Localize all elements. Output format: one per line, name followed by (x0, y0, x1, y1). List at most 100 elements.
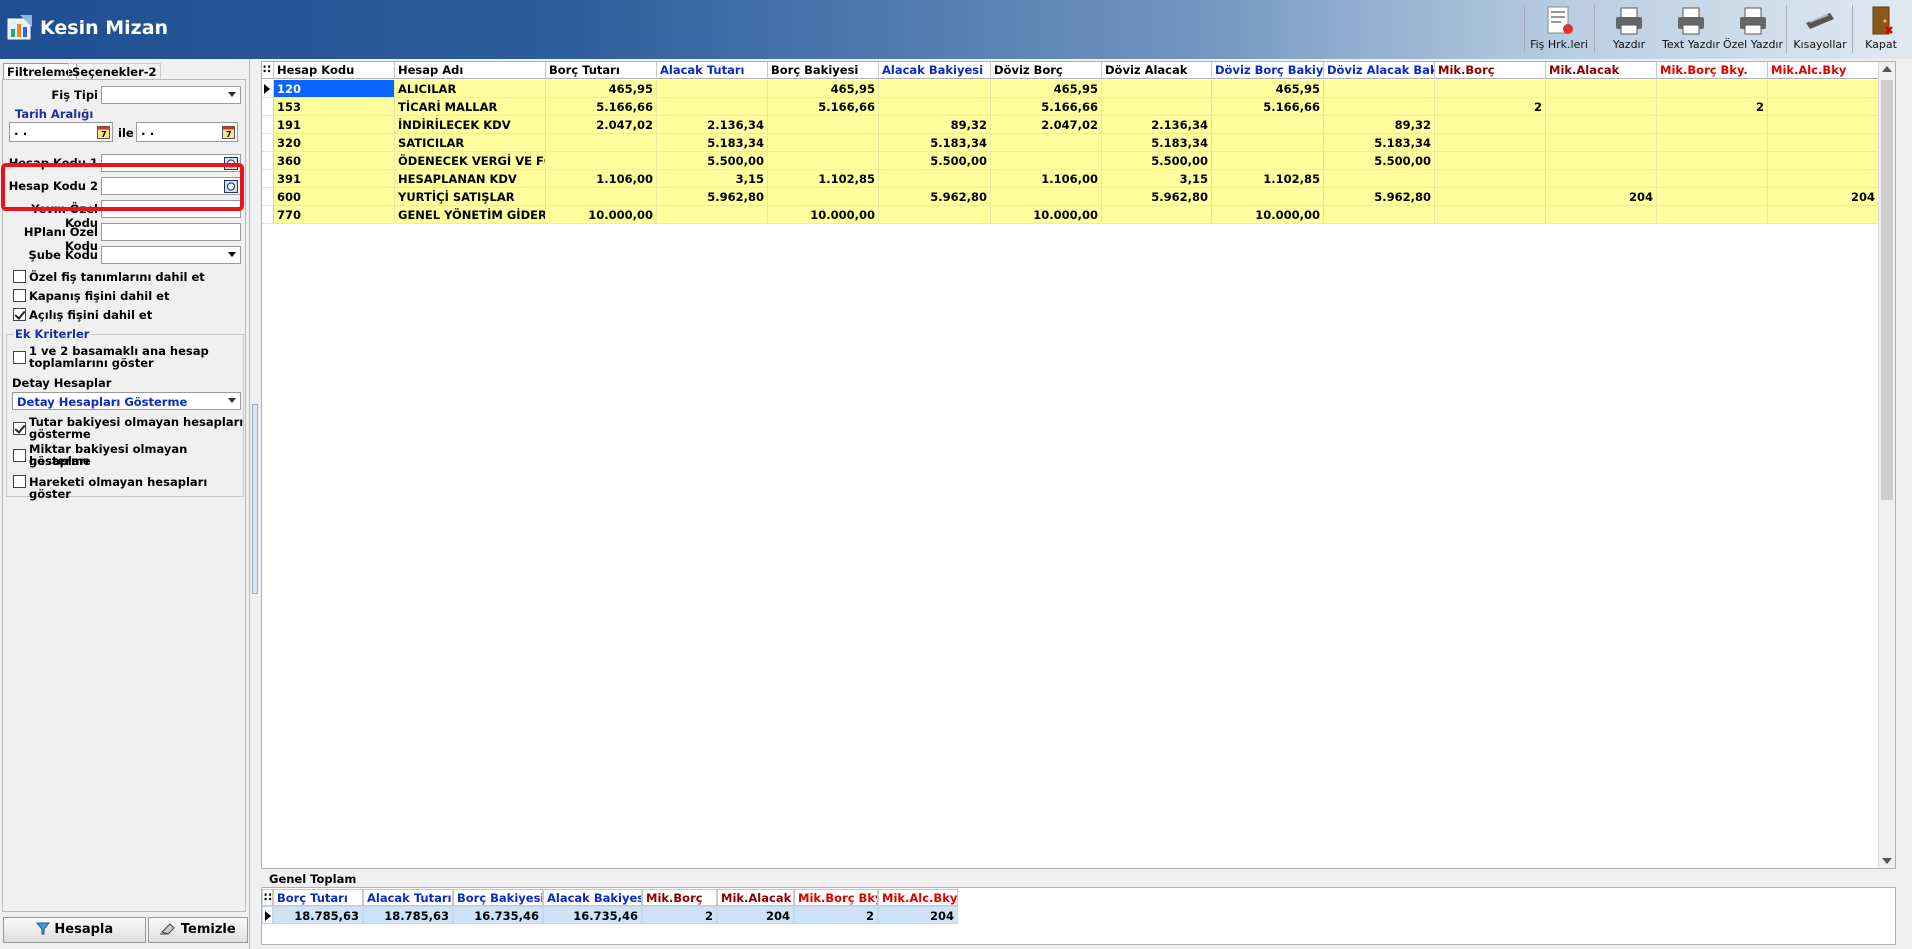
table-cell[interactable] (1212, 134, 1324, 152)
column-header[interactable]: Hesap Adı (395, 62, 546, 79)
table-cell[interactable]: 3,15 (657, 170, 768, 188)
hareketi-olmayan-checkbox[interactable] (13, 475, 26, 488)
footer-total-cell[interactable]: 204 (717, 906, 794, 924)
table-cell[interactable] (1212, 116, 1324, 134)
table-row[interactable]: 153 TİCARİ MALLAR 5.166,66 5.166,66 5.166,66… (262, 98, 1879, 116)
table-cell[interactable] (991, 188, 1102, 206)
table-cell[interactable]: 1.106,00 (991, 170, 1102, 188)
row-indicator[interactable] (262, 134, 274, 152)
column-header[interactable]: Mik.Borç (1435, 62, 1546, 79)
table-cell[interactable] (879, 98, 991, 116)
column-header[interactable]: Alacak Bakiyesi (879, 62, 991, 79)
date-start-field[interactable]: . . 7 (9, 122, 113, 142)
footer-total-cell[interactable]: 2 (794, 906, 878, 924)
column-header[interactable]: Borç Bakiyesi (768, 62, 879, 79)
table-cell[interactable]: YURTİÇİ SATIŞLAR (395, 188, 546, 206)
table-cell[interactable]: 5.166,66 (991, 98, 1102, 116)
table-cell[interactable] (1435, 134, 1546, 152)
row-indicator[interactable] (262, 206, 274, 224)
table-cell[interactable]: 1.106,00 (546, 170, 657, 188)
table-cell[interactable] (1657, 188, 1768, 206)
table-row[interactable]: 391 HESAPLANAN KDV 1.106,00 3,15 1.102,85 1.1… (262, 170, 1879, 188)
table-cell[interactable]: 1.102,85 (768, 170, 879, 188)
table-cell[interactable] (1768, 170, 1879, 188)
table-cell[interactable] (1768, 98, 1879, 116)
table-cell[interactable]: 5.962,80 (879, 188, 991, 206)
table-row[interactable]: 360ÖDENECEK VERGİ VE FONLA 5.500,00 5.500,… (262, 152, 1879, 170)
table-cell[interactable]: 5.183,34 (657, 134, 768, 152)
table-cell[interactable] (1435, 206, 1546, 224)
scrollbar-thumb[interactable] (1881, 80, 1893, 500)
table-cell[interactable] (1546, 206, 1657, 224)
ana-hesap-checkbox[interactable] (13, 351, 26, 364)
detay-hesaplar-dropdown[interactable]: Detay Hesapları Gösterme (12, 392, 241, 410)
table-cell[interactable] (1324, 206, 1435, 224)
table-cell[interactable]: 204 (1546, 188, 1657, 206)
table-cell[interactable] (657, 98, 768, 116)
table-cell[interactable] (768, 134, 879, 152)
table-cell[interactable] (1768, 152, 1879, 170)
temizle-button[interactable]: Temizle (148, 917, 248, 943)
table-cell[interactable]: 120 (274, 80, 395, 98)
table-cell[interactable]: 5.500,00 (1324, 152, 1435, 170)
table-cell[interactable] (1657, 80, 1768, 98)
table-cell[interactable]: 10.000,00 (1212, 206, 1324, 224)
table-cell[interactable]: 5.183,34 (879, 134, 991, 152)
table-cell[interactable] (1546, 134, 1657, 152)
row-indicator[interactable] (262, 188, 274, 206)
table-cell[interactable]: 5.166,66 (1212, 98, 1324, 116)
table-cell[interactable]: 89,32 (879, 116, 991, 134)
table-cell[interactable]: 465,95 (546, 80, 657, 98)
table-cell[interactable]: 465,95 (991, 80, 1102, 98)
table-cell[interactable] (879, 80, 991, 98)
kisayollar-button[interactable]: Kısayollar (1792, 3, 1848, 55)
table-cell[interactable]: 5.183,34 (1102, 134, 1212, 152)
column-header[interactable]: Döviz Alacak (1102, 62, 1212, 79)
table-cell[interactable] (1546, 152, 1657, 170)
hesapla-button[interactable]: Hesapla (3, 917, 146, 943)
table-cell[interactable] (991, 134, 1102, 152)
table-cell[interactable]: 5.962,80 (1324, 188, 1435, 206)
table-cell[interactable] (1435, 80, 1546, 98)
table-cell[interactable]: 10.000,00 (768, 206, 879, 224)
table-cell[interactable]: 3,15 (1102, 170, 1212, 188)
date-end-field[interactable]: . . 7 (136, 122, 238, 142)
table-cell[interactable]: 600 (274, 188, 395, 206)
table-cell[interactable]: 5.962,80 (657, 188, 768, 206)
table-cell[interactable] (546, 134, 657, 152)
table-cell[interactable] (1324, 80, 1435, 98)
table-cell[interactable]: HESAPLANAN KDV (395, 170, 546, 188)
table-cell[interactable] (1768, 80, 1879, 98)
sube-kodu-dropdown[interactable] (101, 246, 241, 264)
scroll-up-icon[interactable] (1882, 66, 1892, 72)
column-header[interactable]: Mik.Alacak (1546, 62, 1657, 79)
table-cell[interactable]: 770 (274, 206, 395, 224)
footer-total-cell[interactable]: 204 (878, 906, 958, 924)
table-cell[interactable]: 5.962,80 (1102, 188, 1212, 206)
vertical-scrollbar[interactable] (1878, 62, 1895, 868)
table-cell[interactable]: ALICILAR (395, 80, 546, 98)
table-cell[interactable]: 1.102,85 (1212, 170, 1324, 188)
table-cell[interactable]: 2.047,02 (546, 116, 657, 134)
table-row[interactable]: 600 YURTİÇİ SATIŞLAR 5.962,80 5.962,80 5.962… (262, 188, 1879, 206)
footer-total-cell[interactable]: 18.785,63 (273, 906, 363, 924)
hplani-ozel-kodu-input[interactable] (101, 223, 241, 241)
panel-splitter[interactable] (252, 59, 260, 949)
column-header[interactable]: Mik.Alc.Bky (1768, 62, 1879, 79)
table-cell[interactable]: 5.500,00 (657, 152, 768, 170)
table-cell[interactable] (1546, 116, 1657, 134)
table-cell[interactable] (991, 152, 1102, 170)
column-header[interactable]: Döviz Borç Bakiye (1212, 62, 1324, 79)
table-cell[interactable] (1212, 152, 1324, 170)
table-cell[interactable]: 2.136,34 (1102, 116, 1212, 134)
table-cell[interactable] (546, 188, 657, 206)
table-cell[interactable] (1657, 206, 1768, 224)
mizan-grid[interactable]: ∷ Hesap Kodu Hesap Adı Borç Tutarı Alacak Tu… (261, 61, 1896, 869)
table-cell[interactable]: 5.166,66 (546, 98, 657, 116)
table-cell[interactable]: 2.136,34 (657, 116, 768, 134)
column-header[interactable]: Borç Tutarı (546, 62, 657, 79)
table-row[interactable]: 191 İNDİRİLECEK KDV 2.047,02 2.136,34 89,32 2… (262, 116, 1879, 134)
row-indicator[interactable] (262, 116, 274, 134)
fis-tipi-dropdown[interactable] (101, 86, 241, 104)
table-row[interactable]: 770GENEL YÖNETİM GİDERLERİ10.000,0010.00… (262, 206, 1879, 224)
